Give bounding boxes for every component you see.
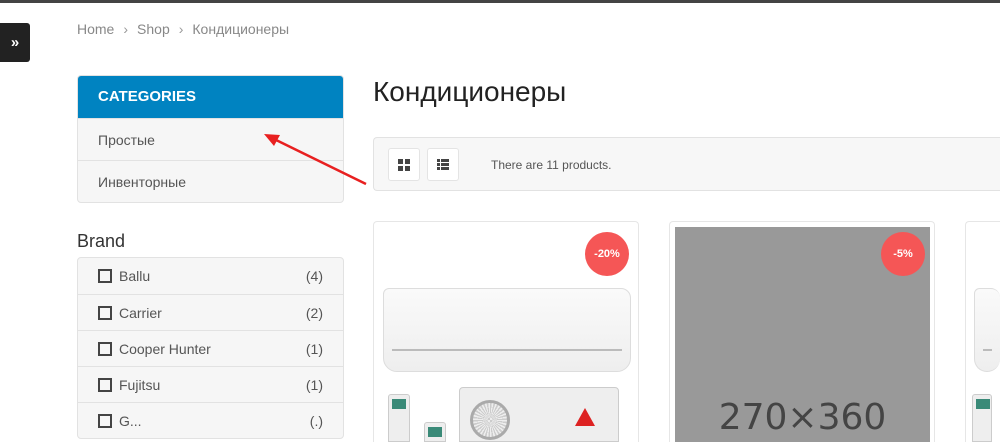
products-toolbar: There are 11 products.	[373, 137, 1000, 191]
categories-panel: CATEGORIES Простые Инвенторные	[77, 75, 344, 203]
breadcrumb: Home › Shop › Кондиционеры	[77, 21, 289, 37]
product-card[interactable]: -20%	[373, 221, 639, 442]
double-chevron-right-icon: »	[10, 34, 20, 51]
list-icon	[437, 159, 449, 170]
discount-badge: -5%	[881, 232, 925, 276]
brand-filter-item[interactable]: Ballu (4)	[78, 258, 343, 294]
checkbox[interactable]	[98, 269, 112, 283]
brand-filter-item[interactable]: Fujitsu (1)	[78, 366, 343, 402]
discount-badge: -20%	[585, 232, 629, 276]
product-card[interactable]	[965, 221, 1000, 442]
page-title: Кондиционеры	[373, 76, 567, 107]
breadcrumb-current: Кондиционеры	[192, 21, 290, 37]
product-count: There are 11 products.	[491, 158, 612, 172]
grid-view-button[interactable]	[388, 148, 420, 181]
indoor-unit-image	[383, 288, 631, 372]
grid-icon	[398, 158, 410, 171]
brand-filter-item[interactable]: G... (.)	[78, 402, 343, 438]
category-item[interactable]: Простые	[78, 118, 343, 160]
category-item[interactable]: Инвенторные	[78, 160, 343, 202]
categories-title: CATEGORIES	[78, 76, 343, 118]
product-card[interactable]: 270×360 -5%	[669, 221, 935, 442]
outdoor-unit-image	[459, 387, 619, 442]
brand-filter-list: Ballu (4) Carrier (2) Cooper Hunter (1) Fuj…	[77, 257, 344, 439]
list-view-button[interactable]	[427, 148, 459, 181]
breadcrumb-home[interactable]: Home	[77, 21, 114, 37]
checkbox[interactable]	[98, 305, 112, 320]
top-border	[0, 0, 1000, 3]
brand-filter-item[interactable]: Cooper Hunter (1)	[78, 330, 343, 366]
chevron-right-icon: ›	[178, 21, 184, 37]
sidebar-toggle-button[interactable]: »	[0, 23, 30, 62]
breadcrumb-shop[interactable]: Shop	[137, 21, 170, 37]
remote-image	[388, 394, 410, 442]
brand-filter-item[interactable]: Carrier (2)	[78, 294, 343, 330]
checkbox[interactable]	[98, 413, 112, 428]
brand-filter-title: Brand	[77, 231, 126, 251]
indoor-unit-image	[974, 288, 1000, 372]
remote-image	[424, 422, 446, 442]
remote-image	[972, 394, 992, 442]
checkbox[interactable]	[98, 377, 112, 392]
checkbox[interactable]	[98, 341, 112, 356]
chevron-right-icon: ›	[123, 21, 129, 37]
